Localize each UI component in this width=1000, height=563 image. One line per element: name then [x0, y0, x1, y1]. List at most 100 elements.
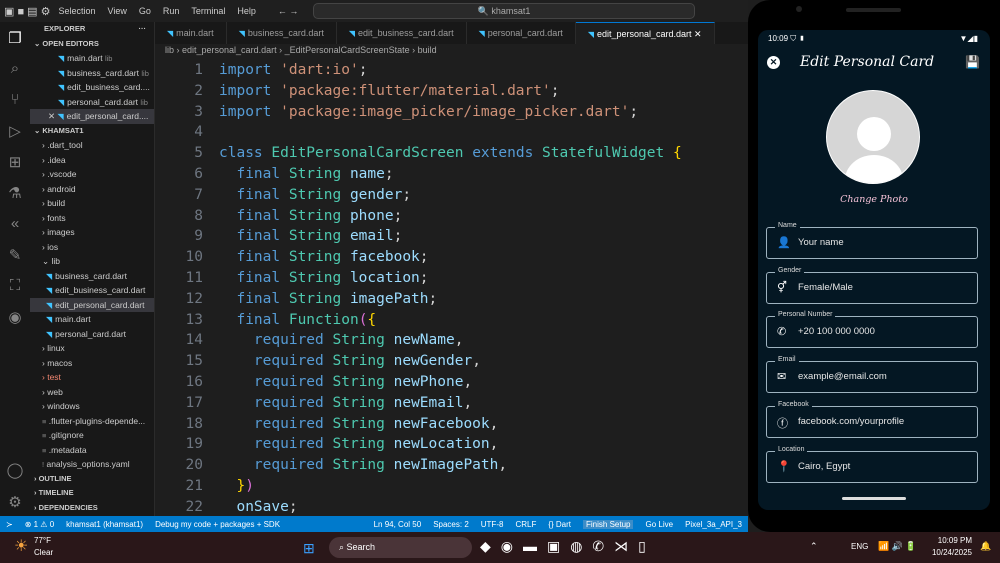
status-right-item[interactable]: Pixel_3a_API_3: [685, 520, 742, 529]
open-editors-section[interactable]: ⌄ OPEN EDITORS: [30, 37, 154, 52]
chevron-up-icon[interactable]: ⌃: [810, 541, 818, 552]
status-left-item[interactable]: khamsat1 (khamsat1): [66, 520, 143, 529]
close-icon[interactable]: ✕: [767, 56, 780, 69]
code-editor[interactable]: 1 import 'dart:io'; 2 import 'package:flutt…: [155, 60, 748, 518]
field-personal-number[interactable]: Personal Number ✆ +20 100 000 0000: [766, 311, 978, 349]
folder-item[interactable]: › web: [30, 385, 154, 400]
clock-time[interactable]: 10:09 PM: [930, 536, 972, 545]
field-gender[interactable]: Gender ⚥ Female/Male: [766, 266, 978, 304]
code-token: required: [219, 332, 333, 349]
source-control-icon[interactable]: ⑂: [0, 84, 30, 115]
folder-item[interactable]: › fonts: [30, 211, 154, 226]
folder-item[interactable]: › images: [30, 225, 154, 240]
change-photo-button[interactable]: Change Photo: [758, 194, 990, 205]
field-value[interactable]: facebook.com/yourprofile: [798, 416, 904, 427]
field-location[interactable]: Location 📍 Cairo, Egypt: [766, 445, 978, 483]
field-value[interactable]: +20 100 000 0000: [798, 326, 875, 337]
testing-icon[interactable]: ⚗: [0, 177, 30, 208]
menu-help[interactable]: Help: [237, 6, 256, 16]
status-right-item[interactable]: Finish Setup: [583, 519, 634, 529]
folder-item[interactable]: › test: [30, 370, 154, 385]
search-icon[interactable]: ⌕: [0, 53, 30, 84]
tab-business_card-dart[interactable]: ◥ business_card.dart: [227, 22, 337, 44]
notification-icon[interactable]: 🔔: [980, 541, 991, 552]
field-value[interactable]: Your name: [798, 237, 844, 248]
folder-item[interactable]: › macos: [30, 356, 154, 371]
tab-edit_business_card-dart[interactable]: ◥ edit_business_card.dart: [337, 22, 467, 44]
command-search[interactable]: 🔍 khamsat1: [313, 3, 695, 19]
file-item[interactable]: ◥ main.dart: [30, 312, 154, 327]
status-left-item[interactable]: Debug my code + packages + SDK: [155, 520, 280, 529]
section-timeline[interactable]: › TIMELINE: [30, 486, 154, 501]
field-value[interactable]: Female/Male: [798, 282, 853, 293]
file-item[interactable]: ≡ .metadata: [30, 443, 154, 458]
avatar[interactable]: [826, 90, 920, 184]
save-icon[interactable]: 💾: [965, 55, 980, 69]
menu-run[interactable]: Run: [163, 6, 180, 16]
open-editor-item[interactable]: ◥ personal_card.dart lib: [30, 95, 154, 110]
file-item[interactable]: ◥ edit_business_card.dart: [30, 283, 154, 298]
nav-arrows[interactable]: ← →: [278, 6, 299, 16]
section-dependencies[interactable]: › DEPENDENCIES: [30, 501, 154, 516]
folder-item[interactable]: › ios: [30, 240, 154, 255]
field-value[interactable]: example@email.com: [798, 371, 887, 382]
open-editor-item[interactable]: ◥ business_card.dart lib: [30, 66, 154, 81]
folder-item[interactable]: › .vscode: [30, 167, 154, 182]
home-indicator[interactable]: [842, 497, 906, 500]
tray-icons[interactable]: 📶 🔊 🔋: [878, 541, 917, 552]
field-facebook[interactable]: Facebook ⓕ facebook.com/yourprofile: [766, 400, 978, 438]
menu-go[interactable]: Go: [139, 6, 151, 16]
status-right-item[interactable]: Spaces: 2: [433, 520, 469, 529]
folder-item[interactable]: › windows: [30, 399, 154, 414]
clock-date[interactable]: 10/24/2025: [922, 548, 972, 557]
explorer-icon[interactable]: ❐: [0, 22, 30, 53]
tab-main-dart[interactable]: ◥ main.dart: [155, 22, 227, 44]
remote-icon[interactable]: ≻: [6, 520, 13, 529]
menu-selection[interactable]: Selection: [58, 6, 95, 16]
status-right-item[interactable]: CRLF: [515, 520, 536, 529]
language[interactable]: ENG: [851, 542, 868, 551]
start-icon[interactable]: ⊞: [303, 540, 315, 557]
folder-item[interactable]: › .idea: [30, 153, 154, 168]
section-outline[interactable]: › OUTLINE: [30, 472, 154, 487]
scan-icon[interactable]: ⛶: [0, 270, 30, 301]
settings-icon[interactable]: ⚙: [0, 486, 30, 517]
close-tab-icon[interactable]: ✕: [694, 29, 702, 39]
status-left-item[interactable]: ⊗ 1 ⚠ 0: [25, 520, 54, 529]
open-editor-item[interactable]: ◥ main.dart lib: [30, 51, 154, 66]
folder-item[interactable]: › build: [30, 196, 154, 211]
open-editor-item[interactable]: ✕ ◥ edit_personal_card....: [30, 109, 154, 124]
extensions-icon[interactable]: ⊞: [0, 146, 30, 177]
field-label: Location: [775, 445, 808, 453]
edit-icon[interactable]: ✎: [0, 239, 30, 270]
tab-personal_card-dart[interactable]: ◥ personal_card.dart: [467, 22, 576, 44]
pinned-apps[interactable]: ◆◉▬▣◍✆⋊▯: [480, 538, 656, 555]
file-item[interactable]: ≡ .flutter-plugins-depende...: [30, 414, 154, 429]
folder-item[interactable]: › linux: [30, 341, 154, 356]
folder-item[interactable]: ⌄ lib: [30, 254, 154, 269]
python-icon[interactable]: ◉: [0, 301, 30, 332]
file-item[interactable]: ◥ edit_personal_card.dart: [30, 297, 154, 312]
status-right-item[interactable]: Ln 94, Col 50: [374, 520, 422, 529]
status-right-item[interactable]: {} Dart: [548, 520, 571, 529]
flutter-icon[interactable]: «: [0, 208, 30, 239]
field-value[interactable]: Cairo, Egypt: [798, 461, 850, 472]
file-item[interactable]: ◥ personal_card.dart: [30, 327, 154, 342]
tab-edit_personal_card-dart[interactable]: ◥ edit_personal_card.dart ✕: [575, 22, 715, 44]
field-email[interactable]: Email ✉ example@email.com: [766, 356, 978, 394]
file-item[interactable]: ◥ business_card.dart: [30, 269, 154, 284]
account-icon[interactable]: ◯: [0, 454, 30, 485]
debug-icon[interactable]: ▷: [0, 115, 30, 146]
menu-view[interactable]: View: [108, 6, 127, 16]
status-right-item[interactable]: UTF-8: [481, 520, 504, 529]
menu-terminal[interactable]: Terminal: [191, 6, 225, 16]
folder-item[interactable]: › android: [30, 182, 154, 197]
taskbar-search[interactable]: ⌕ Search: [329, 537, 472, 558]
field-name[interactable]: Name 👤 Your name: [766, 222, 978, 259]
file-item[interactable]: ≡ .gitignore: [30, 428, 154, 443]
folder-item[interactable]: › .dart_tool: [30, 138, 154, 153]
open-editor-item[interactable]: ◥ edit_business_card....: [30, 80, 154, 95]
project-section[interactable]: ⌄ KHAMSAT1: [30, 124, 154, 139]
status-right-item[interactable]: Go Live: [645, 520, 673, 529]
file-item[interactable]: ! analysis_options.yaml: [30, 457, 154, 472]
